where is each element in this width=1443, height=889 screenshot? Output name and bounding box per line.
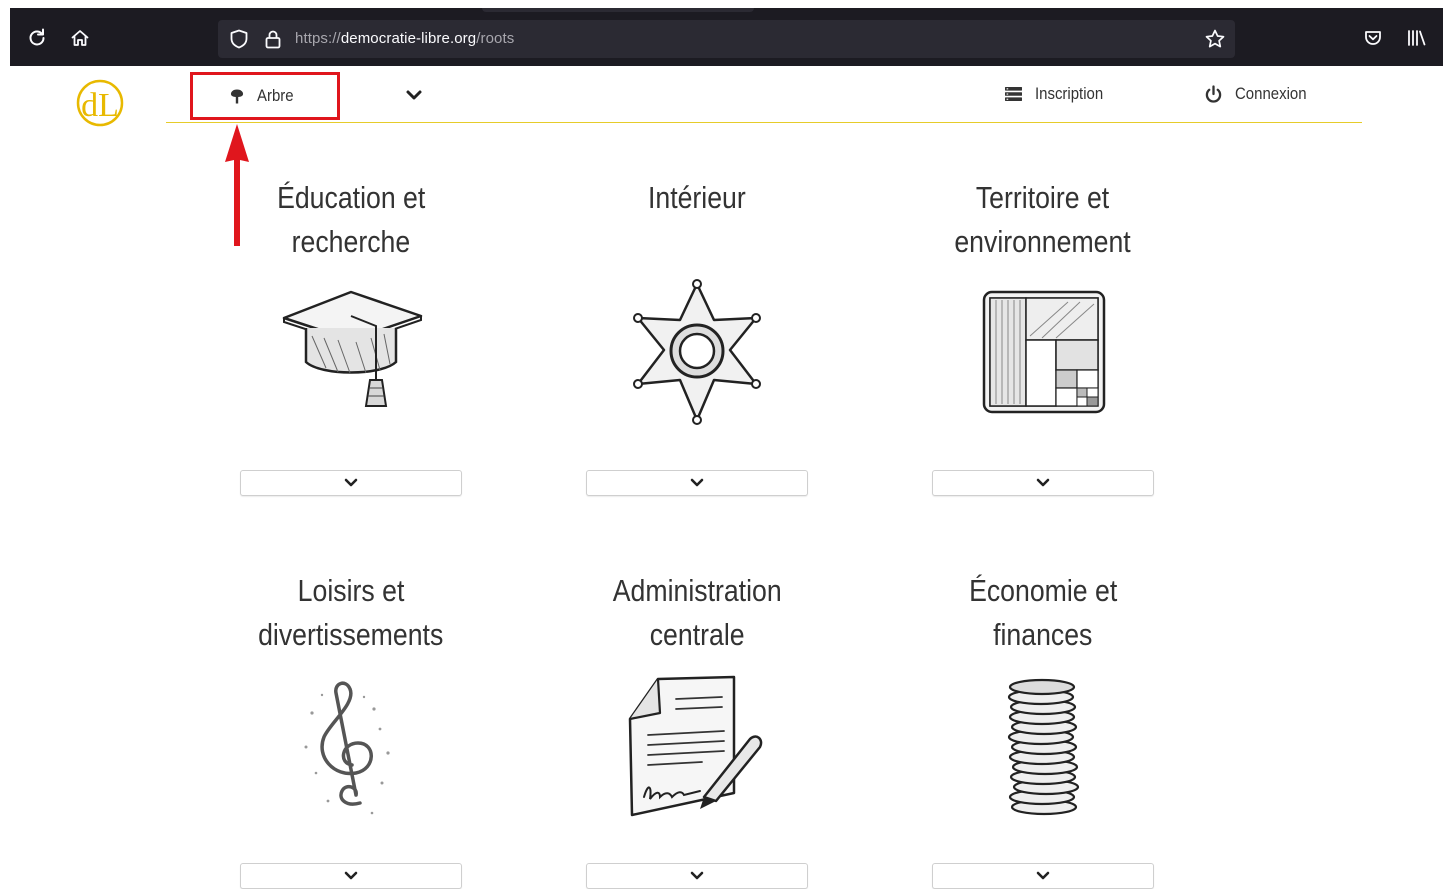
category-expand-button[interactable] — [932, 863, 1154, 889]
pocket-button[interactable] — [1360, 25, 1386, 51]
category-title[interactable]: Loisirs et divertissements — [226, 569, 476, 657]
graduation-cap-icon — [282, 290, 423, 407]
treble-clef-icon — [304, 681, 390, 815]
category-expand-button[interactable] — [240, 470, 462, 496]
territory-map-icon — [982, 290, 1106, 414]
nav-arbre-label: Arbre — [257, 86, 294, 105]
chevron-down-icon — [690, 478, 704, 487]
url-scheme: https:// — [295, 30, 341, 47]
category-title[interactable]: Territoire et environnement — [918, 176, 1168, 264]
category-title[interactable]: Administration centrale — [572, 569, 822, 657]
chevron-down-icon — [344, 871, 358, 880]
nav-connexion-label: Connexion — [1235, 84, 1307, 103]
tree-icon — [230, 89, 244, 104]
chevron-down-icon — [406, 90, 422, 100]
power-icon — [1205, 84, 1222, 103]
category-expand-button[interactable] — [240, 863, 462, 889]
browser-toolbar: https://democratie-libre.org/roots — [10, 8, 1443, 66]
nav-inscription-label: Inscription — [1035, 84, 1104, 103]
lock-icon[interactable] — [262, 28, 284, 50]
bookmark-star-icon[interactable] — [1204, 28, 1226, 50]
chevron-down-icon — [344, 478, 358, 487]
home-icon — [71, 30, 89, 46]
category-expand-button[interactable] — [586, 470, 808, 496]
reload-button[interactable] — [24, 25, 50, 51]
site-logo[interactable]: dL — [73, 76, 127, 130]
sheriff-star-icon — [633, 279, 761, 425]
nav-connexion-link[interactable]: Connexion — [1204, 84, 1316, 104]
democratie-libre-logo: dL — [76, 79, 124, 127]
nav-divider — [166, 122, 1362, 123]
chevron-down-icon — [1036, 871, 1050, 880]
signed-document-icon — [628, 675, 763, 817]
pocket-icon — [1365, 31, 1381, 45]
chevron-down-icon — [690, 871, 704, 880]
category-title[interactable]: Intérieur — [572, 176, 822, 264]
chevron-down-icon — [1036, 478, 1050, 487]
category-expand-button[interactable] — [586, 863, 808, 889]
url-text[interactable]: https://democratie-libre.org/roots — [295, 30, 514, 47]
category-expand-button[interactable] — [932, 470, 1154, 496]
library-button[interactable] — [1404, 25, 1430, 51]
nav-dropdown-toggle[interactable] — [404, 86, 424, 109]
url-path: /roots — [476, 30, 515, 47]
nav-inscription-link[interactable]: Inscription — [1004, 84, 1112, 104]
logo-text: dL — [81, 87, 119, 124]
nav-arbre-link[interactable]: Arbre — [190, 72, 340, 120]
active-tab-edge — [482, 8, 754, 12]
shield-icon[interactable] — [228, 28, 250, 50]
coin-stack-icon — [1007, 678, 1080, 816]
home-button[interactable] — [67, 25, 93, 51]
register-list-icon — [1005, 87, 1022, 101]
category-title[interactable]: Économie et finances — [918, 569, 1168, 657]
url-host: democratie-libre.org — [340, 30, 477, 47]
address-bar[interactable]: https://democratie-libre.org/roots — [218, 20, 1235, 58]
reload-icon — [29, 28, 45, 46]
library-icon — [1408, 30, 1426, 46]
category-title[interactable]: Éducation et recherche — [226, 176, 476, 264]
